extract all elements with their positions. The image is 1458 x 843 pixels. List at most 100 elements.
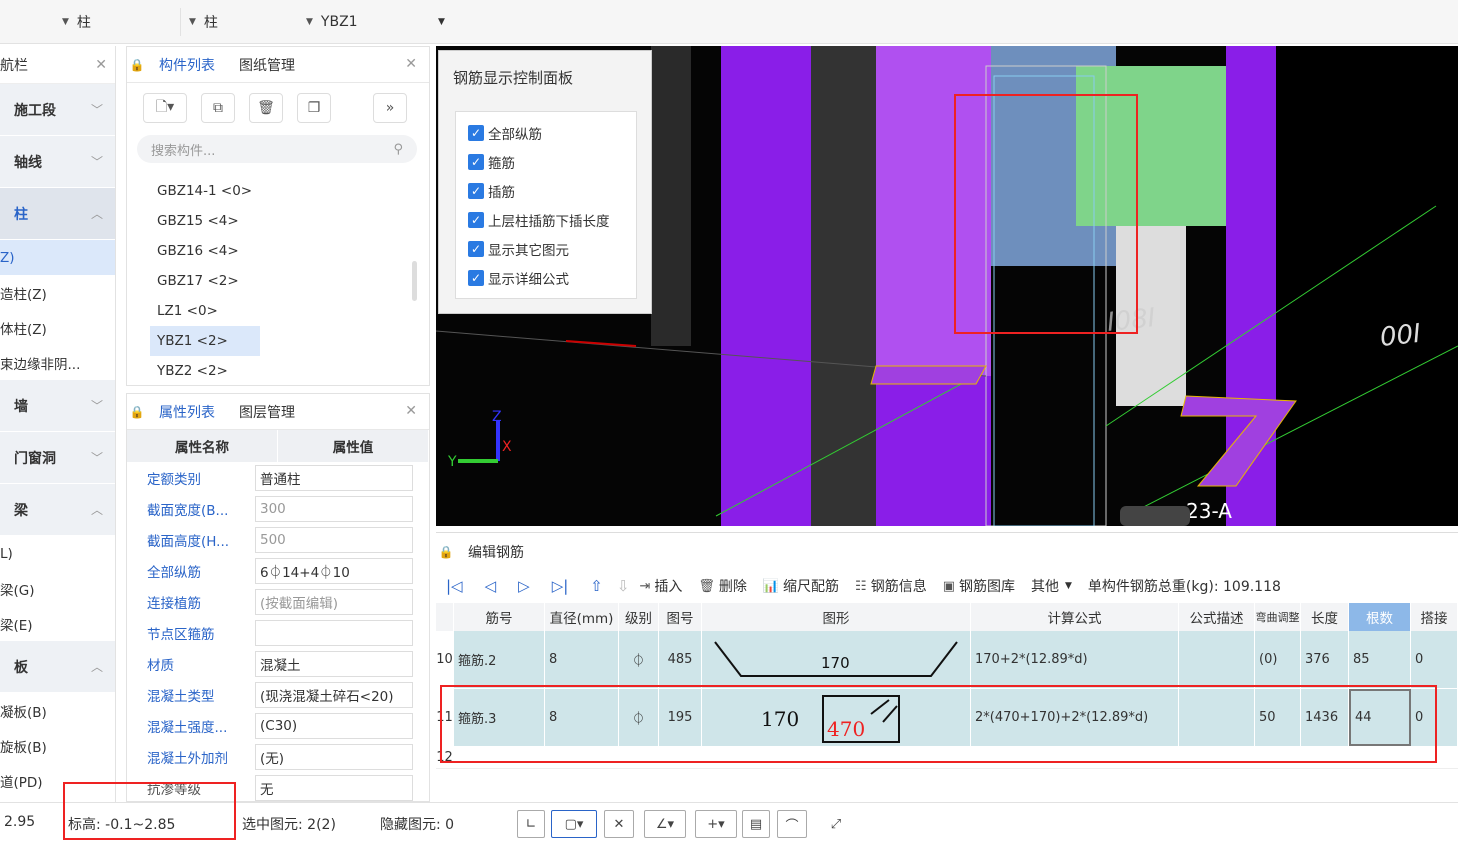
fast-forward-icon: »	[385, 100, 395, 116]
close-icon[interactable]: ✕	[405, 56, 417, 72]
table-row[interactable]: 10 箍筋.2 8 ⏀ 485 170 170+2*(12.89*d) (0) …	[436, 631, 1458, 689]
nav-sub-duct[interactable]: 道(PD)	[0, 763, 115, 798]
nav-sub-beam-e[interactable]: 梁(E)	[0, 606, 115, 641]
curve-button[interactable]: ⌒	[777, 810, 807, 838]
delete-row-button[interactable]: 🗑 删除	[698, 576, 747, 596]
snap-button[interactable]: +▾	[695, 810, 737, 838]
lock-icon[interactable]: 🔒	[436, 545, 456, 559]
next-icon[interactable]: ▷	[518, 577, 530, 595]
hidden-count: 隐藏图元: 0	[380, 817, 455, 833]
duplicate-button[interactable]: ❐	[297, 93, 331, 123]
prop-row: 材质 混凝土	[127, 648, 429, 679]
rebar-shape[interactable]: 170	[702, 631, 971, 688]
nav-cat-axis[interactable]: 轴线 ﹀	[0, 136, 115, 188]
floor-type-dropdown[interactable]: ▼ 柱	[62, 8, 182, 36]
checkbox-detailed-formula[interactable]: ✓ 显示详细公式	[456, 263, 636, 292]
ortho-button[interactable]: ∟	[517, 810, 545, 838]
axis-x-label: X	[502, 439, 512, 455]
more-button[interactable]: »	[373, 93, 407, 123]
nav-cat-door-window[interactable]: 门窗洞 ﹀	[0, 432, 115, 484]
table-row[interactable]: 11 箍筋.3 8 ⏀ 195 170 470 2*(470+170)+2*(1…	[436, 689, 1458, 747]
other-dropdown[interactable]: 其他 ▼	[1031, 576, 1072, 596]
prop-row: 抗渗等级无	[127, 772, 429, 803]
first-icon[interactable]: |◁	[446, 577, 463, 595]
scale-rebar-button[interactable]: 📊 缩尺配筋	[763, 576, 839, 596]
list-item[interactable]: GBZ16 <4>	[150, 236, 260, 266]
angle-button[interactable]: ∠▾	[644, 810, 686, 838]
move-down-icon[interactable]: ⇩	[617, 577, 630, 595]
lock-icon[interactable]: 🔒	[127, 405, 147, 419]
select-mode-button[interactable]: ▢▾	[551, 810, 597, 838]
nav-cat-slab[interactable]: 板 ︿	[0, 641, 115, 693]
shape-dim-red: 470	[827, 717, 865, 741]
nav-sub-beam[interactable]: L)	[0, 536, 115, 571]
lock-icon[interactable]: 🔒	[127, 58, 147, 72]
nav-sub-slab[interactable]: 凝板(B)	[0, 693, 115, 728]
elevation-readout: 标高: -0.1~2.85	[68, 817, 176, 833]
nav-cat-construction-section[interactable]: 施工段 ﹀	[0, 84, 115, 136]
rebar-library-button[interactable]: ▣ 钢筋图库	[943, 576, 1015, 596]
tab-drawing-management[interactable]: 图纸管理	[227, 47, 307, 83]
tab-property-list[interactable]: 属性列表	[147, 394, 227, 430]
info-list-icon: ☷	[855, 578, 867, 594]
search-input[interactable]: 搜索构件... ⚲	[137, 135, 417, 163]
insert-button[interactable]: ⇥ 插入	[639, 576, 682, 596]
checkbox-all-longitudinal[interactable]: ✓ 全部纵筋	[456, 118, 636, 147]
green-slab	[1076, 66, 1226, 226]
layers-icon: ❐	[307, 100, 321, 116]
collapse-tab[interactable]	[1120, 506, 1190, 526]
fullscreen-button[interactable]: ⤢	[822, 810, 850, 838]
nav-sub-beam-g[interactable]: 梁(G)	[0, 571, 115, 606]
checkbox-dowel[interactable]: ✓ 插筋	[456, 176, 636, 205]
expand-icon: ⤢	[830, 816, 842, 832]
table-row[interactable]: 12	[436, 747, 1458, 769]
delete-button[interactable]: 🗑	[249, 93, 283, 123]
list-item[interactable]: GBZ15 <4>	[150, 206, 260, 236]
prop-row: 节点区箍筋	[127, 617, 429, 648]
prop-row: 截面宽度(B... 300	[127, 493, 429, 524]
nav-cat-wall[interactable]: 墙 ﹀	[0, 380, 115, 432]
list-item-selected[interactable]: YBZ1 <2>	[150, 326, 260, 356]
properties-panel: 🔒 属性列表 图层管理 ✕ 属性名称 属性值 定额类别 普通柱 截面宽度(B...…	[126, 393, 430, 802]
scrollbar[interactable]	[412, 261, 417, 301]
search-icon: ⚲	[393, 141, 403, 157]
edit-rebar-panel: 🔒 编辑钢筋 |◁ ◁ ▷ ▷| ⇧ ⇩ ⇥ 插入 🗑 删除 📊 缩尺配筋 ☷ 钢筋信息 …	[436, 532, 1458, 802]
list-item[interactable]: LZ1 <0>	[150, 296, 260, 326]
rebar-shape[interactable]: 170 470	[702, 689, 971, 746]
component-type-dropdown[interactable]: ▼ 柱	[180, 8, 310, 36]
close-icon[interactable]: ✕	[95, 57, 107, 73]
dim-label: 00I	[1379, 319, 1423, 353]
new-component-button[interactable]: 🗋▾	[143, 93, 187, 123]
checkbox-stirrup[interactable]: ✓ 箍筋	[456, 147, 636, 176]
list-item[interactable]: GBZ14-1 <0>	[150, 176, 260, 206]
nav-cat-column[interactable]: 柱 ︿	[0, 188, 115, 240]
check-icon: ✓	[468, 182, 484, 199]
nav-sub-wall-column[interactable]: 体柱(Z)	[0, 310, 115, 345]
nav-sub-spiral-slab[interactable]: 旋板(B)	[0, 728, 115, 763]
nav-sub-column[interactable]: Z)	[0, 240, 115, 275]
rebar-info-button[interactable]: ☷ 钢筋信息	[855, 576, 927, 596]
tab-component-list[interactable]: 构件列表	[147, 47, 227, 83]
nav-sub-construct-column[interactable]: 造柱(Z)	[0, 275, 115, 310]
display-button[interactable]: ▤	[742, 810, 770, 838]
cross-button[interactable]: ✕	[604, 810, 634, 838]
props-header: 属性名称 属性值	[127, 430, 429, 462]
nav-cat-beam[interactable]: 梁 ︿	[0, 484, 115, 536]
list-item[interactable]: YBZ2 <2>	[150, 356, 260, 386]
checkbox-show-other[interactable]: ✓ 显示其它图元	[456, 234, 636, 263]
prev-icon[interactable]: ◁	[485, 577, 497, 595]
nav-sub-edge-column[interactable]: 束边缘非阴...	[0, 345, 115, 380]
list-item[interactable]: GBZ17 <2>	[150, 266, 260, 296]
purple-wall-left	[721, 46, 811, 526]
tab-layer-management[interactable]: 图层管理	[227, 394, 307, 430]
last-icon[interactable]: ▷|	[552, 577, 569, 595]
copy-button[interactable]: ⧉	[201, 93, 235, 123]
chevron-up-icon: ︿	[90, 207, 103, 221]
component-name-dropdown[interactable]: ▼ YBZ1 ▼	[306, 8, 452, 36]
caret-down-icon: ▼	[438, 17, 445, 27]
move-up-icon[interactable]: ⇧	[590, 577, 603, 595]
close-icon[interactable]: ✕	[405, 403, 417, 419]
prop-row: 全部纵筋 6⏀14+4⏀10	[127, 555, 429, 586]
chevron-down-icon: ﹀	[90, 399, 103, 413]
checkbox-upper-dowel-length[interactable]: ✓ 上层柱插筋下插长度	[456, 205, 636, 234]
